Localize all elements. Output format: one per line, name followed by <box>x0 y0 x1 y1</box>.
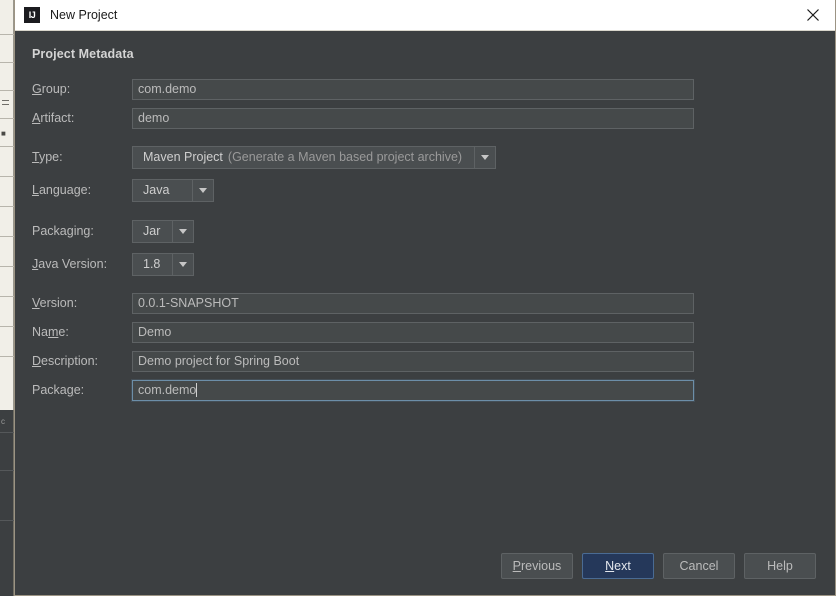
label-language: Language: <box>32 183 132 197</box>
background-divider <box>0 326 14 327</box>
form-row-type: Type: Maven Project (Generate a Maven ba… <box>32 146 496 168</box>
type-value-hint: (Generate a Maven based project archive) <box>228 150 462 164</box>
background-divider <box>0 356 14 357</box>
label-package: Package: <box>32 383 132 397</box>
packaging-combobox[interactable]: Jar <box>132 220 194 243</box>
form-row-name: Name: <box>32 321 694 343</box>
type-combobox[interactable]: Maven Project (Generate a Maven based pr… <box>132 146 496 169</box>
form-row-artifact: Artifact: <box>32 107 694 129</box>
cancel-button[interactable]: Cancel <box>663 553 735 579</box>
background-divider <box>0 266 14 267</box>
type-value-main: Maven Project <box>143 150 223 164</box>
package-input[interactable]: com.demo <box>132 380 694 401</box>
label-artifact: Artifact: <box>32 111 132 125</box>
background-divider <box>0 236 14 237</box>
background-glyph: ■ <box>1 130 6 138</box>
form-row-package: Package: com.demo <box>32 379 694 401</box>
artifact-input[interactable] <box>132 108 694 129</box>
form-row-packaging: Packaging: Jar <box>32 220 194 242</box>
background-divider <box>0 296 14 297</box>
background-divider <box>0 176 14 177</box>
background-divider <box>0 34 14 35</box>
type-combobox-value: Maven Project (Generate a Maven based pr… <box>133 147 474 168</box>
background-divider <box>0 520 14 521</box>
next-button[interactable]: Next <box>582 553 654 579</box>
label-group: Group: <box>32 82 132 96</box>
background-divider <box>0 62 14 63</box>
section-title: Project Metadata <box>32 47 134 61</box>
previous-button[interactable]: Previous <box>501 553 573 579</box>
background-tick <box>2 104 9 105</box>
label-name: Name: <box>32 325 132 339</box>
new-project-dialog: IJ New Project Project Metadata Group: A… <box>14 0 836 596</box>
language-combobox[interactable]: Java <box>132 179 214 202</box>
language-combobox-value: Java <box>133 180 192 201</box>
description-input[interactable] <box>132 351 694 372</box>
label-description: Description: <box>32 354 132 368</box>
background-dark-panel <box>0 410 14 596</box>
help-button[interactable]: Help <box>744 553 816 579</box>
background-tick <box>2 100 9 101</box>
java-version-combobox[interactable]: 1.8 <box>132 253 194 276</box>
dialog-button-bar: Previous Next Cancel Help <box>501 553 816 579</box>
label-packaging: Packaging: <box>32 224 132 238</box>
background-divider <box>0 206 14 207</box>
form-row-group: Group: <box>32 78 694 100</box>
packaging-combobox-value: Jar <box>133 221 172 242</box>
background-glyph: c <box>1 418 5 426</box>
chevron-down-icon[interactable] <box>474 147 495 168</box>
background-divider <box>0 470 14 471</box>
background-divider <box>0 432 14 433</box>
close-icon[interactable] <box>790 0 835 30</box>
form-row-description: Description: <box>32 350 694 372</box>
version-input[interactable] <box>132 293 694 314</box>
dialog-title: New Project <box>50 8 117 22</box>
java-version-combobox-value: 1.8 <box>133 254 172 275</box>
chevron-down-icon[interactable] <box>172 221 193 242</box>
form-row-version: Version: <box>32 292 694 314</box>
chevron-down-icon[interactable] <box>172 254 193 275</box>
name-input[interactable] <box>132 322 694 343</box>
label-version: Version: <box>32 296 132 310</box>
label-java-version: Java Version: <box>32 257 132 271</box>
package-input-value: com.demo <box>138 383 196 397</box>
chevron-down-icon[interactable] <box>192 180 213 201</box>
dialog-content: Project Metadata Group: Artifact: Type: … <box>15 31 835 595</box>
dialog-titlebar: IJ New Project <box>15 0 835 31</box>
text-caret <box>196 383 197 397</box>
form-row-java-version: Java Version: 1.8 <box>32 253 194 275</box>
label-type: Type: <box>32 150 132 164</box>
form-row-language: Language: Java <box>32 179 214 201</box>
background-divider <box>0 118 14 119</box>
background-divider <box>0 90 14 91</box>
background-divider <box>0 146 14 147</box>
intellij-idea-icon: IJ <box>24 7 40 23</box>
group-input[interactable] <box>132 79 694 100</box>
